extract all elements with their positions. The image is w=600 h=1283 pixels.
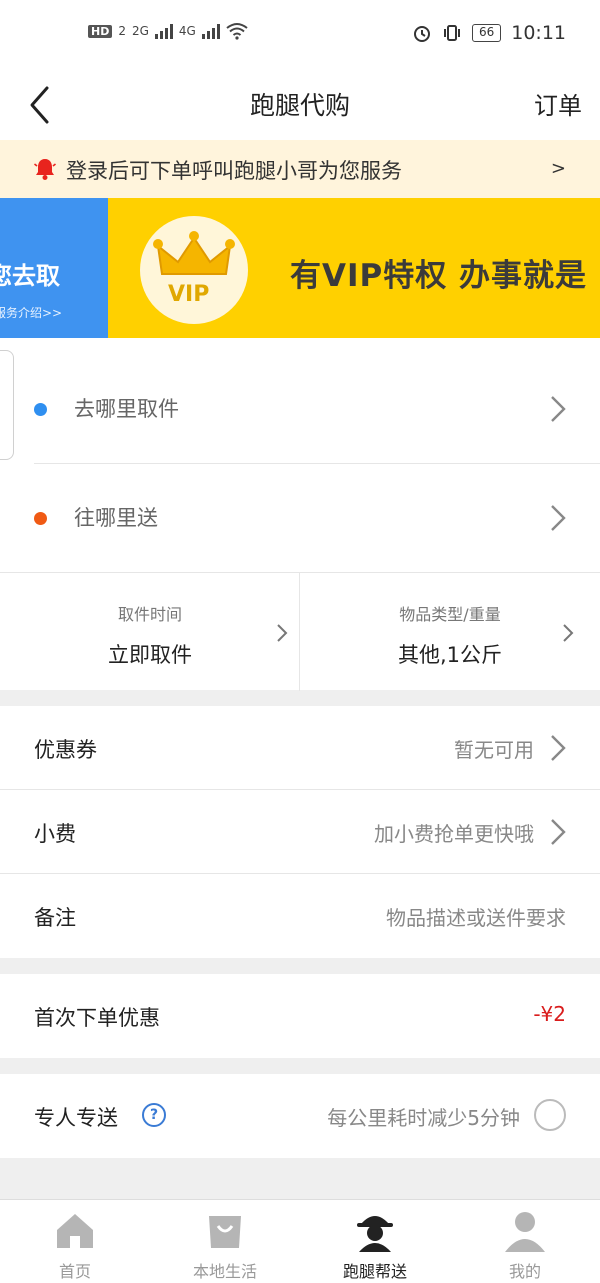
service-intro-link[interactable]: 服务介绍>> (0, 304, 62, 321)
tip-label: 小费 (34, 822, 76, 846)
pickup-time-selector[interactable]: 取件时间 立即取件 (0, 573, 300, 691)
goods-type-caption: 物品类型/重量 (399, 605, 501, 624)
chevron-right-icon (551, 505, 566, 531)
dedicated-hint: 每公里耗时减少5分钟 (327, 1106, 520, 1130)
order-form: 优惠券 暂无可用 小费 加小费抢单更快哦 备注 物品描述或送件要求 (0, 706, 600, 958)
coupon-label: 优惠券 (34, 738, 97, 762)
vip-badge-text: VIP (168, 282, 210, 307)
pickup-address-row[interactable]: 去哪里取件 (0, 355, 600, 463)
signal-icon (154, 23, 173, 39)
tab-mine-label: 我的 (508, 1262, 541, 1281)
wifi-icon (226, 23, 248, 40)
tip-value: 加小费抢单更快哦 (374, 822, 534, 846)
coupon-value: 暂无可用 (454, 738, 534, 762)
vip-crown-badge (140, 216, 248, 324)
tab-local-life[interactable]: 本地生活 (150, 1200, 300, 1283)
chevron-right-icon (563, 624, 574, 642)
battery-icon: 66 (471, 24, 502, 42)
tab-home-label: 首页 (58, 1262, 91, 1281)
discount-group: 首次下单优惠 -¥2 (0, 974, 600, 1058)
pickup-time-value: 立即取件 (108, 643, 192, 667)
dedicated-label: 专人专送 (34, 1106, 118, 1130)
home-icon (57, 1214, 93, 1248)
notice-text: 登录后可下单呼叫跑腿小哥为您服务 (66, 159, 402, 183)
bottom-tab-bar: 首页 本地生活 跑腿帮送 我的 (0, 1199, 600, 1283)
dedicated-delivery-row[interactable]: 专人专送 ? 每公里耗时减少5分钟 (0, 1074, 600, 1158)
tab-mine[interactable]: 我的 (450, 1200, 600, 1283)
shopping-bag-icon (209, 1216, 241, 1248)
orders-link[interactable]: 订单 (534, 86, 582, 121)
note-label: 备注 (34, 906, 76, 930)
dedicated-toggle-radio[interactable] (534, 1099, 566, 1131)
delivery-address-placeholder: 往哪里送 (74, 506, 158, 530)
promo-banner[interactable]: 您去取 服务介绍>> VIP 有VIP特权 办事就是 (0, 198, 600, 338)
address-section: 去哪里取件 往哪里送 (0, 338, 600, 572)
status-left: HD 2 2G 4G (88, 22, 248, 40)
login-notice[interactable]: 登录后可下单呼叫跑腿小哥为您服务 > (0, 140, 600, 198)
pickup-dot (34, 403, 47, 416)
first-order-discount-row: 首次下单优惠 -¥2 (0, 974, 600, 1058)
chevron-right-icon (277, 624, 288, 642)
status-right: 66 10:11 (412, 22, 566, 44)
alarm-icon (413, 26, 430, 42)
status-bar: HD 2 2G 4G 66 10:11 (0, 0, 600, 70)
discount-value: -¥2 (533, 1002, 566, 1026)
dedicated-group: 专人专送 ? 每公里耗时减少5分钟 (0, 1074, 600, 1158)
tab-errand[interactable]: 跑腿帮送 (300, 1200, 450, 1283)
navigation-bar: 跑腿代购 订单 (0, 70, 600, 140)
tab-local-life-label: 本地生活 (192, 1262, 257, 1281)
tab-errand-label: 跑腿帮送 (342, 1262, 407, 1281)
banner-left-panel[interactable]: 您去取 服务介绍>> (0, 198, 108, 338)
discount-label: 首次下单优惠 (34, 1006, 160, 1030)
signal-4g-label: 4G (178, 24, 196, 38)
crown-icon (153, 231, 235, 275)
page-title: 跑腿代购 (249, 91, 350, 120)
note-row[interactable]: 备注 物品描述或送件要求 (0, 874, 600, 958)
signal-icon-2 (201, 23, 220, 39)
note-input[interactable]: 物品描述或送件要求 (386, 902, 566, 931)
tip-row[interactable]: 小费 加小费抢单更快哦 (0, 790, 600, 874)
tab-home[interactable]: 首页 (0, 1200, 150, 1283)
hd-sub: 2 (118, 24, 126, 38)
chevron-right-icon (551, 819, 566, 845)
banner-left-title: 您去取 (0, 262, 60, 290)
delivery-dot (34, 512, 47, 525)
pickup-options: 取件时间 立即取件 物品类型/重量 其他,1公斤 (0, 572, 600, 691)
courier-icon (357, 1216, 393, 1252)
bell-icon (34, 159, 56, 180)
banner-slogan: 有VIP特权 办事就是 (290, 258, 588, 294)
user-icon (505, 1212, 545, 1252)
help-icon[interactable]: ? (142, 1103, 166, 1127)
coupon-row[interactable]: 优惠券 暂无可用 (0, 706, 600, 790)
chevron-right-icon (551, 735, 566, 761)
pickup-time-caption: 取件时间 (117, 605, 182, 624)
delivery-address-row[interactable]: 往哪里送 (0, 464, 600, 572)
goods-type-value: 其他,1公斤 (397, 643, 503, 667)
pickup-address-placeholder: 去哪里取件 (74, 397, 179, 421)
chevron-right-icon (551, 396, 566, 422)
notice-chevron-icon: > (550, 158, 566, 179)
vibrate-icon (443, 25, 460, 41)
goods-type-selector[interactable]: 物品类型/重量 其他,1公斤 (300, 573, 600, 691)
signal-2g-label: 2G (131, 24, 149, 38)
clock: 10:11 (511, 22, 566, 44)
hd-badge: HD (88, 24, 113, 38)
